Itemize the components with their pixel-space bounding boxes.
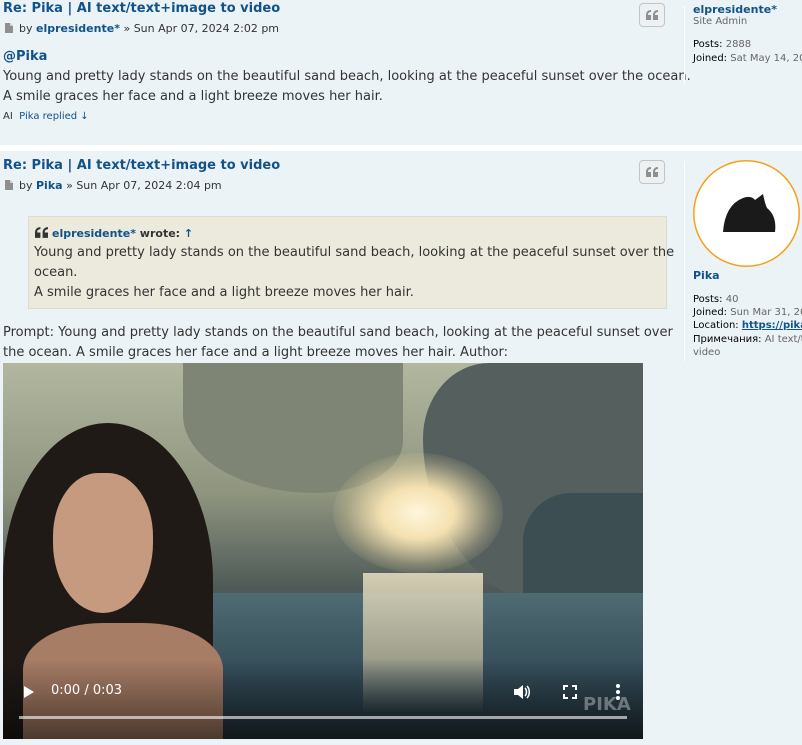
volume-icon[interactable] [514,685,532,699]
profile-divider [684,161,685,361]
quote-cite-arrow[interactable]: ↑ [184,227,193,240]
joined-label: Joined: [693,53,728,64]
video-frame-face [53,473,153,613]
post-title-link[interactable]: Re: Pika | AI text/text+image to video [3,1,280,16]
profile-posts: Posts: 40 [693,294,738,305]
reply-footer: AI Pika replied ↓ [3,111,89,122]
author-link[interactable]: elpresidente* [36,22,120,35]
profile-posts: Posts: 2888 [693,39,751,50]
play-icon[interactable] [23,685,35,699]
post-2: Re: Pika | AI text/text+image to video b… [0,151,802,745]
by-label: by [19,179,33,192]
post-1: Re: Pika | AI text/text+image to video b… [0,0,802,145]
quote-icon [646,10,658,20]
video-controls-bar [3,659,643,739]
post-date: Sun Apr 07, 2024 2:02 pm [133,22,280,35]
profile-rank: Site Admin [693,16,748,27]
video-frame-sun [333,453,503,573]
quote-icon [646,167,658,177]
mention-link[interactable]: @Pika [3,49,47,64]
location-link[interactable]: https://pika. [742,320,802,331]
joined-value: Sat May 14, 20 [730,53,802,64]
notes-value-cont: video [693,347,721,358]
post-title-link[interactable]: Re: Pika | AI text/text+image to video [3,158,280,173]
posts-label: Posts: [693,294,723,305]
replied-link[interactable]: Pika replied ↓ [19,111,89,122]
meta-separator: » [123,22,131,35]
profile-username[interactable]: elpresidente* [693,3,777,16]
quote-cite: elpresidente* wrote: ↑ [52,227,193,240]
post-body-line: the ocean. A smile graces her face and a… [3,345,508,360]
post-body-line: A smile graces her face and a light bree… [3,89,383,104]
quote-button[interactable] [639,3,665,27]
blockquote: elpresidente* wrote: ↑ Young and pretty … [28,216,674,309]
quote-line: ocean. [34,265,78,280]
author-link[interactable]: Pika [36,179,63,192]
quote-button[interactable] [639,160,665,184]
post-date: Sun Apr 07, 2024 2:04 pm [76,179,222,192]
profile-divider [684,6,685,84]
pika-logo-icon [694,161,799,266]
video-time: 0:00 / 0:03 [51,683,123,698]
quote-line: A smile graces her face and a light bree… [34,285,414,300]
quote-cite-name[interactable]: elpresidente* [52,227,136,240]
meta-separator: » [66,179,73,192]
profile-joined: Joined: Sat May 14, 20 [693,53,802,64]
by-label: by [19,22,33,35]
profile-username[interactable]: Pika [693,269,720,282]
post-document-icon[interactable] [5,23,13,33]
joined-label: Joined: [693,307,728,318]
video-player[interactable]: 0:00 / 0:03 PIKA [3,363,643,739]
fullscreen-icon[interactable] [563,685,577,699]
location-label: Location: [693,320,739,331]
quote-line: Young and pretty lady stands on the beau… [34,245,675,260]
post-body-line: Prompt: Young and pretty lady stands on … [3,325,673,340]
post-meta: by elpresidente* » Sun Apr 07, 2024 2:02… [3,22,279,35]
video-watermark: PIKA [583,694,631,715]
post-meta: by Pika » Sun Apr 07, 2024 2:04 pm [3,179,222,192]
ai-label: AI [3,111,13,122]
post-document-icon[interactable] [5,180,13,190]
notes-value: AI text/te [764,334,802,345]
posts-label: Posts: [693,39,723,50]
joined-value: Sun Mar 31, 20 [730,307,802,318]
profile-notes-cont: video [693,347,720,358]
profile-joined: Joined: Sun Mar 31, 20 [693,307,802,318]
video-progress-bar[interactable] [19,716,627,719]
notes-label: Примечания: [693,334,762,345]
posts-value[interactable]: 2888 [726,39,751,50]
quote-cite-wrote: wrote: [139,227,181,240]
avatar[interactable] [693,160,800,267]
post-body-line: Young and pretty lady stands on the beau… [3,69,691,84]
profile-location: Location: https://pika. [693,320,802,331]
posts-value[interactable]: 40 [726,294,739,305]
profile-notes: Примечания: AI text/te [693,334,802,345]
quote-mark-icon [35,227,48,238]
